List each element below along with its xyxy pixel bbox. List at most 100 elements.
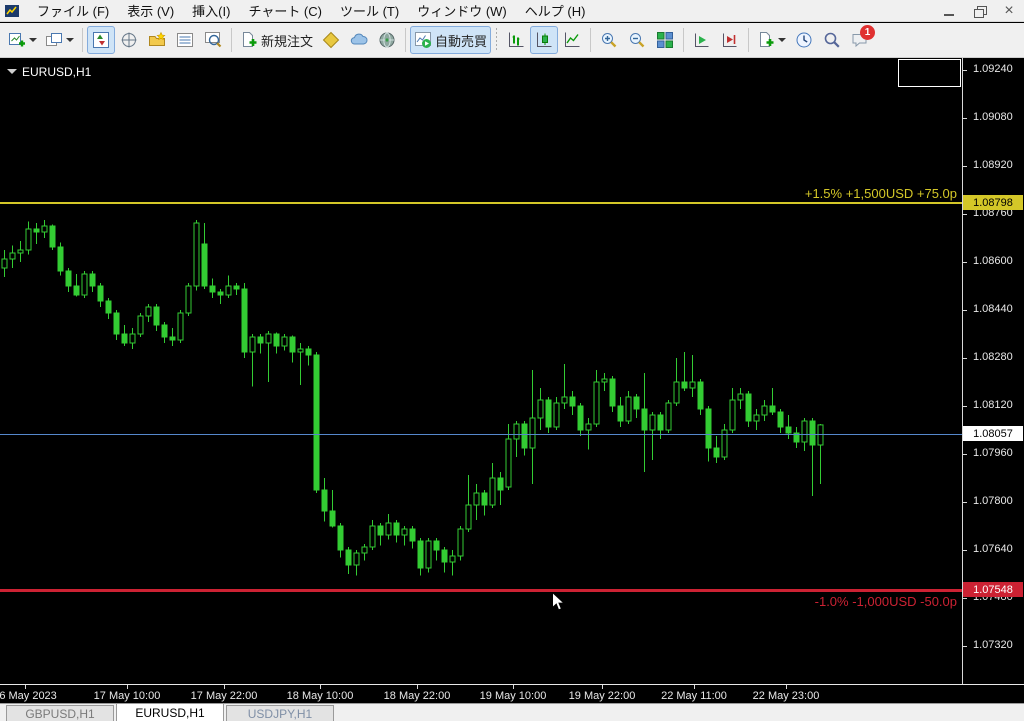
menu-chart[interactable]: チャート (C) [239,0,331,22]
chart-shift-icon [721,31,739,49]
periods-button[interactable] [790,26,818,54]
menu-help[interactable]: ヘルプ (H) [516,0,595,22]
profiles-icon [45,31,63,49]
y-axis-label: 1.08120 [973,399,1013,411]
candle-chart-type-button[interactable] [530,26,558,54]
y-axis-tick [963,550,967,551]
x-axis-label: 18 May 22:00 [384,690,451,702]
bar-chart-type-button[interactable] [502,26,530,54]
restore-button[interactable] [964,0,994,22]
new-order-button[interactable]: 新規注文 [236,26,317,54]
tile-windows-button[interactable] [651,26,679,54]
tab-usdjpy[interactable]: USDJPY,H1 [226,705,334,721]
minimize-button[interactable] [934,0,964,22]
y-axis-label: 1.07800 [973,495,1013,507]
close-icon: × [1004,3,1013,19]
menu-file[interactable]: ファイル (F) [28,0,118,22]
search-button[interactable] [818,26,846,54]
time-axis[interactable]: 16 May 202317 May 10:0017 May 22:0018 Ma… [0,684,1024,703]
bid-price-line-price-tag: 1.08057 [963,426,1023,441]
chevron-down-icon[interactable] [778,38,786,46]
y-axis-tick [963,118,967,119]
autotrading-button[interactable]: 自動売買 [410,26,491,54]
y-axis-tick [963,502,967,503]
x-axis-tick [224,685,225,689]
crosshair-icon [120,31,138,49]
zoom-out-icon [628,31,646,49]
strategy-tester-button[interactable] [199,26,227,54]
market-watch-icon [92,31,110,49]
x-axis-tick [602,685,603,689]
x-axis-tick [694,685,695,689]
mt4-window: ファイル (F) 表示 (V) 挿入(I) チャート (C) ツール (T) ウ… [0,0,1024,721]
community-button[interactable] [345,26,373,54]
market-watch-button[interactable] [87,26,115,54]
stop-loss-line-price-tag: 1.07548 [963,582,1023,597]
x-axis-label: 17 May 22:00 [191,690,258,702]
stop-loss-label: -1.0% -1,000USD -50.0p [815,594,957,609]
menu-window[interactable]: ウィンドウ (W) [408,0,516,22]
zoom-in-icon [600,31,618,49]
take-profit-line-price-tag: 1.08798 [963,195,1023,210]
restore-icon [974,6,985,16]
y-axis-label: 1.08600 [973,255,1013,267]
x-axis-tick [25,685,26,689]
navigator-button[interactable] [143,26,171,54]
y-axis-label: 1.08440 [973,303,1013,315]
y-axis-label: 1.07320 [973,639,1013,651]
y-axis-label: 1.09080 [973,111,1013,123]
tile-windows-icon [656,31,674,49]
symbol-label: EURUSD,H1 [22,65,91,79]
y-axis-label: 1.08280 [973,351,1013,363]
bid-price-line[interactable] [0,434,962,435]
app-icon [4,3,20,19]
x-axis-tick [786,685,787,689]
minimize-icon [944,14,954,16]
data-window-button[interactable] [115,26,143,54]
notifications-button[interactable]: 1 [846,26,874,54]
tab-eurusd[interactable]: EURUSD,H1 [116,703,224,721]
take-profit-line[interactable] [0,202,962,204]
y-axis-label: 1.07640 [973,543,1013,555]
y-axis-tick [963,70,967,71]
line-chart-type-button[interactable] [558,26,586,54]
indicators-button[interactable] [753,26,790,54]
y-axis-tick [963,262,967,263]
indicators-icon [757,31,775,49]
terminal-icon [176,31,194,49]
menu-view[interactable]: 表示 (V) [118,0,183,22]
terminal-button[interactable] [171,26,199,54]
folder-star-icon [148,31,166,49]
one-click-trading-toggle[interactable] [7,69,17,79]
close-button[interactable]: × [994,0,1024,22]
webterminal-button[interactable] [373,26,401,54]
zoom-out-button[interactable] [623,26,651,54]
new-chart-icon [8,31,26,49]
y-axis-label: 1.09240 [973,63,1013,75]
menu-insert[interactable]: 挿入(I) [183,0,239,22]
y-axis-tick [963,454,967,455]
chart-area[interactable]: EURUSD,H1 +1.5% +1,500USD +75.0p -1.0% -… [0,58,1024,684]
stop-loss-line[interactable] [0,589,962,592]
y-axis-tick [963,310,967,311]
auto-scroll-icon [693,31,711,49]
chevron-down-icon[interactable] [66,38,74,46]
y-axis-tick [963,646,967,647]
autotrading-icon [414,31,432,49]
menu-tools[interactable]: ツール (T) [331,0,408,22]
chart-shift-button[interactable] [716,26,744,54]
window-controls: × [934,0,1024,22]
bar-chart-icon [507,31,525,49]
toolbar-separator [683,28,684,52]
rectangle-object[interactable] [898,59,961,87]
auto-scroll-button[interactable] [688,26,716,54]
zoom-in-button[interactable] [595,26,623,54]
metaeditor-button[interactable] [317,26,345,54]
chevron-down-icon[interactable] [29,38,37,46]
take-profit-label: +1.5% +1,500USD +75.0p [805,186,957,201]
tab-gbpusd[interactable]: GBPUSD,H1 [6,705,114,721]
profiles-button[interactable] [41,26,78,54]
y-axis-tick [963,598,967,599]
x-axis-label: 19 May 10:00 [480,690,547,702]
new-chart-button[interactable] [4,26,41,54]
